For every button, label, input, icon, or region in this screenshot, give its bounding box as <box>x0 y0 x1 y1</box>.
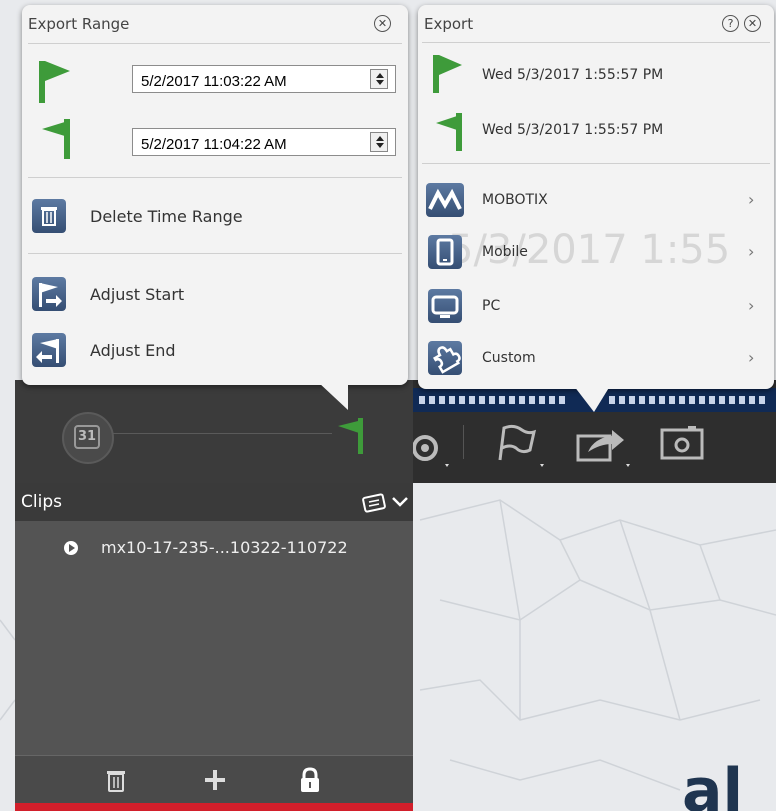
divider <box>28 253 402 254</box>
play-icon <box>64 541 78 555</box>
timeline-line <box>112 433 332 434</box>
clips-panel: Clips mx10-17-235-...10322-110722 <box>15 483 413 804</box>
export-item-pc[interactable]: PC › <box>426 289 766 329</box>
chevron-right-icon: › <box>748 190 755 209</box>
export-range-popup: Export Range ✕ Delete Time Range Adjust … <box>22 5 408 385</box>
clip-list-icon[interactable] <box>361 490 387 514</box>
end-flag-marker-icon[interactable] <box>334 412 370 456</box>
add-icon[interactable] <box>203 768 227 792</box>
chevron-right-icon: › <box>748 296 755 315</box>
divider <box>28 177 402 178</box>
end-flag-icon <box>436 113 462 151</box>
clip-name: mx10-17-235-...10322-110722 <box>101 538 348 557</box>
trash-icon <box>32 199 66 233</box>
delete-time-range-button[interactable]: Delete Time Range <box>30 197 390 237</box>
divider <box>28 43 402 44</box>
calendar-day: 31 <box>77 429 97 444</box>
end-flag-icon <box>42 119 70 159</box>
svg-text:al: al <box>682 756 743 811</box>
adjust-end-label: Adjust End <box>90 341 176 360</box>
popup-pointer <box>318 382 348 410</box>
calendar-button[interactable]: 31 <box>62 412 114 464</box>
help-icon[interactable]: ? <box>722 15 739 32</box>
end-time-spinner[interactable] <box>370 132 388 152</box>
popup-pointer <box>574 386 610 412</box>
start-flag-icon <box>433 55 462 93</box>
divider <box>422 163 770 164</box>
search-playback-icon[interactable] <box>413 420 453 470</box>
chevron-right-icon: › <box>748 242 755 261</box>
calendar-icon: 31 <box>74 425 100 449</box>
lock-icon[interactable] <box>299 766 321 794</box>
clips-header: Clips <box>15 483 413 521</box>
close-icon[interactable]: ✕ <box>744 15 761 32</box>
export-item-label: Custom <box>482 350 536 366</box>
start-time-field[interactable] <box>132 65 396 93</box>
delete-time-range-label: Delete Time Range <box>90 207 243 226</box>
export-item-label: Mobile <box>482 244 528 260</box>
adjust-start-icon <box>32 277 66 311</box>
export-item-label: PC <box>482 298 501 314</box>
adjust-end-button[interactable]: Adjust End <box>30 331 390 371</box>
snapshot-camera-icon[interactable] <box>658 420 708 470</box>
chevron-right-icon: › <box>748 348 755 367</box>
adjust-end-icon <box>32 333 66 367</box>
export-start-time: Wed 5/3/2017 1:55:57 PM <box>482 67 664 83</box>
toolbar-divider <box>463 425 464 459</box>
export-title: Export <box>424 15 474 33</box>
export-item-mobotix[interactable]: MOBOTIX › <box>426 183 766 223</box>
clips-title: Clips <box>21 492 62 512</box>
start-flag-icon <box>39 61 70 103</box>
end-time-field[interactable] <box>132 128 396 156</box>
puzzle-icon <box>428 341 462 375</box>
mobotix-icon <box>426 183 464 217</box>
pc-icon <box>428 289 462 323</box>
clips-footer <box>15 755 413 804</box>
flag-toolbar-icon[interactable] <box>492 420 552 470</box>
adjust-start-button[interactable]: Adjust Start <box>30 275 390 315</box>
list-item[interactable]: mx10-17-235-...10322-110722 <box>15 535 413 563</box>
divider <box>422 42 770 43</box>
export-popup: Export ? ✕ Wed 5/3/2017 1:55:57 PM Wed 5… <box>418 5 774 389</box>
export-range-title: Export Range <box>28 15 130 33</box>
export-end-time: Wed 5/3/2017 1:55:57 PM <box>482 122 664 138</box>
mobile-icon <box>428 235 462 269</box>
trash-icon[interactable] <box>105 768 127 794</box>
adjust-start-label: Adjust Start <box>90 285 185 304</box>
close-icon[interactable]: ✕ <box>374 15 391 32</box>
status-bar <box>15 803 413 811</box>
start-time-spinner[interactable] <box>370 69 388 89</box>
chevron-down-icon[interactable] <box>391 493 409 511</box>
export-item-label: MOBOTIX <box>482 192 548 208</box>
export-item-custom[interactable]: Custom › <box>426 341 766 381</box>
share-export-icon[interactable] <box>574 420 638 470</box>
export-item-mobile[interactable]: Mobile › <box>426 235 766 275</box>
